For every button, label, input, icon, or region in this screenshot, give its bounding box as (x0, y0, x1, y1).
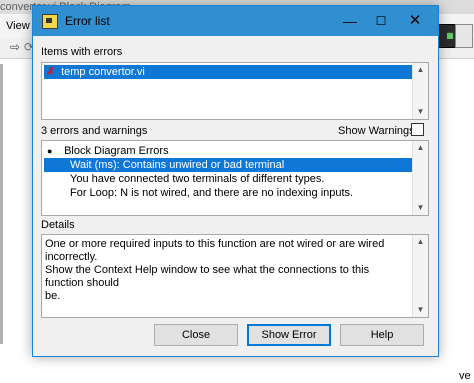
scroll-down-arrow-icon[interactable]: ▼ (413, 105, 428, 119)
background-corner-text: ve (459, 370, 471, 382)
labview-app-icon (42, 14, 58, 29)
canvas-edge (0, 64, 3, 344)
list-item[interactable]: ✗ temp convertor.vi (44, 65, 412, 79)
scroll-up-arrow-icon[interactable]: ▲ (413, 141, 428, 155)
help-button[interactable]: Help (340, 324, 424, 346)
errors-list[interactable]: ● Block Diagram Errors Wait (ms): Contai… (41, 140, 429, 216)
item-label: temp convertor.vi (61, 66, 145, 78)
scroll-down-arrow-icon[interactable]: ▼ (413, 303, 428, 317)
errors-count-label: 3 errors and warnings (41, 125, 148, 137)
show-warnings-checkbox[interactable] (411, 123, 424, 136)
details-scrollbar[interactable]: ▲ ▼ (412, 235, 428, 317)
maximize-button[interactable]: ☐ (366, 10, 396, 32)
error-text: You have connected two terminals of diff… (70, 173, 325, 185)
items-with-errors-label: Items with errors (41, 46, 123, 58)
errors-scrollbar[interactable]: ▲ ▼ (412, 141, 428, 215)
list-item[interactable]: Wait (ms): Contains unwired or bad termi… (44, 158, 412, 172)
list-item[interactable]: For Loop: N is not wired, and there are … (44, 186, 412, 200)
details-text: One or more required inputs to this func… (45, 238, 385, 302)
scroll-up-arrow-icon[interactable]: ▲ (413, 235, 428, 249)
error-x-icon: ✗ (46, 66, 56, 78)
show-warnings-label: Show Warnings (338, 125, 415, 137)
bullet-icon: ● (47, 146, 53, 156)
connector-pane-icon (455, 24, 473, 48)
error-text: Wait (ms): Contains unwired or bad termi… (70, 159, 285, 171)
items-with-errors-list[interactable]: ✗ temp convertor.vi ▲ ▼ (41, 62, 429, 120)
error-group-label: Block Diagram Errors (64, 145, 169, 157)
run-arrow-icon[interactable]: ⇨ (10, 40, 20, 54)
close-button[interactable]: Close (154, 324, 238, 346)
scroll-down-arrow-icon[interactable]: ▼ (413, 201, 428, 215)
error-list-dialog: Error list — ☐ ✕ Items with errors ✗ tem… (32, 5, 439, 357)
dialog-titlebar[interactable]: Error list — ☐ ✕ (33, 6, 438, 36)
details-label: Details (41, 219, 75, 231)
close-window-button[interactable]: ✕ (400, 10, 430, 32)
details-textbox[interactable]: One or more required inputs to this func… (41, 234, 429, 318)
scroll-up-arrow-icon[interactable]: ▲ (413, 63, 428, 77)
show-error-button[interactable]: Show Error (247, 324, 331, 346)
minimize-button[interactable]: — (335, 10, 365, 32)
dialog-title: Error list (65, 14, 110, 28)
menu-view[interactable]: View (6, 20, 30, 32)
list-item[interactable]: ● Block Diagram Errors (44, 144, 412, 158)
error-text: For Loop: N is not wired, and there are … (70, 187, 354, 199)
items-scrollbar[interactable]: ▲ ▼ (412, 63, 428, 119)
list-item[interactable]: You have connected two terminals of diff… (44, 172, 412, 186)
